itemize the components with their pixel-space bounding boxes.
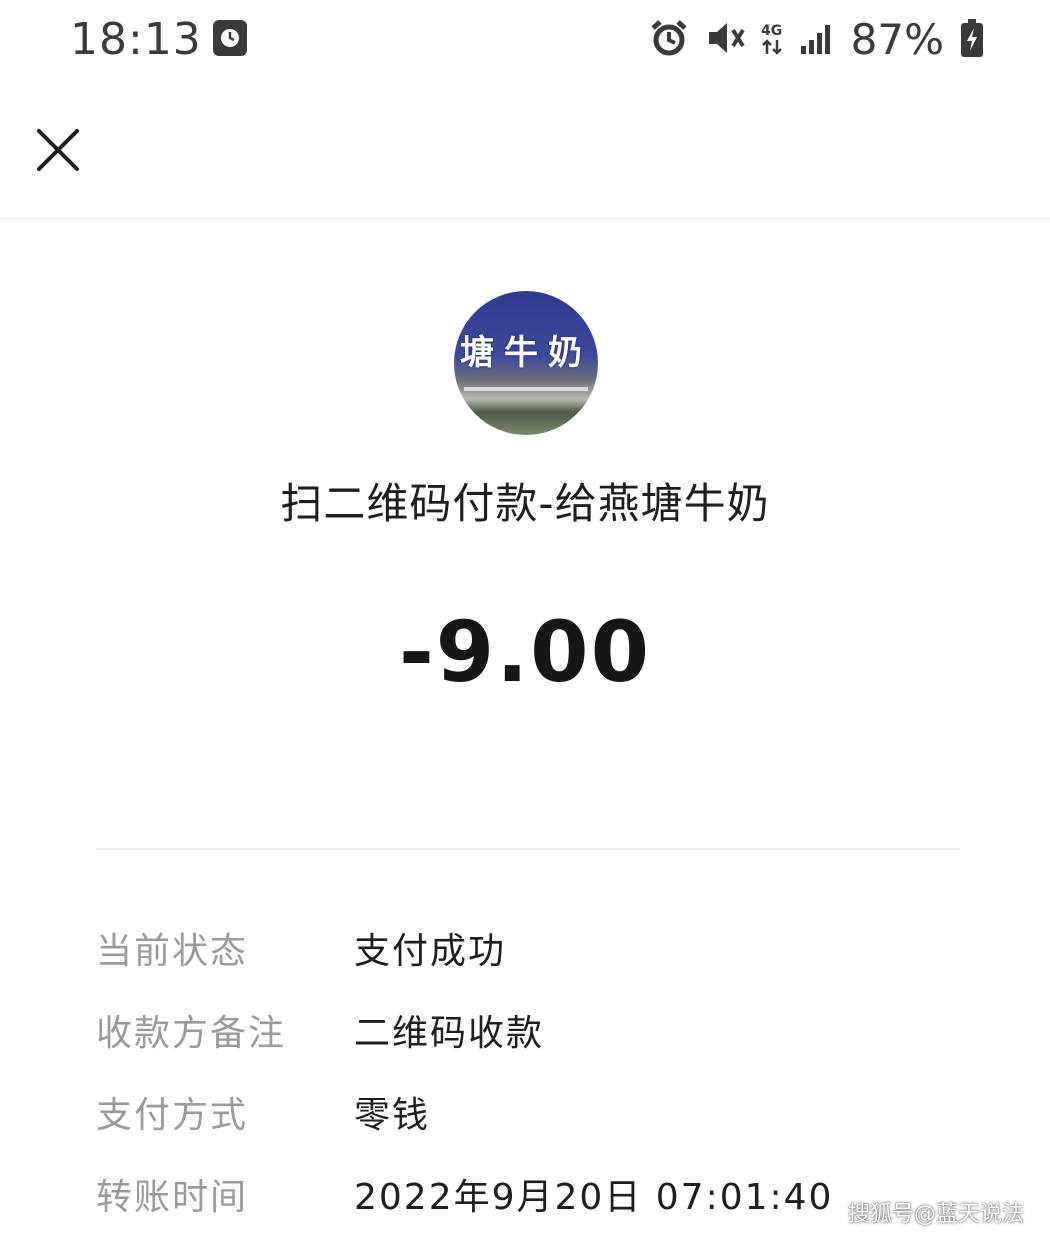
close-button[interactable] xyxy=(30,122,86,178)
battery-charging-icon xyxy=(960,18,984,62)
detail-label: 当前状态 xyxy=(96,931,249,972)
watermark: 搜狐号@蓝天说法 xyxy=(847,1202,1024,1227)
detail-label: 转账时间 xyxy=(96,1177,249,1218)
merchant-title: 扫二维码付款-给燕塘牛奶 xyxy=(280,479,770,528)
nav-bar xyxy=(0,80,1050,219)
detail-value: 零钱 xyxy=(354,1095,431,1136)
clock-icon xyxy=(213,20,247,56)
status-bar: 18:13 4G 87% xyxy=(0,0,1050,80)
battery-percent: 87% xyxy=(850,15,944,64)
detail-row-payment-method: 支付方式 零钱 xyxy=(96,1086,956,1146)
detail-row-status: 当前状态 支付成功 xyxy=(96,922,956,982)
detail-label: 收款方备注 xyxy=(96,1013,287,1054)
detail-value: 支付成功 xyxy=(354,931,507,972)
payment-detail-page: 18:13 4G 87% 塘牛奶 扫二维码付款-给燕塘牛奶 -9.00 当前状态… xyxy=(0,0,1050,1241)
merchant-avatar: 塘牛奶 xyxy=(454,291,598,435)
avatar-text: 塘牛奶 xyxy=(460,333,592,373)
divider xyxy=(96,848,960,850)
close-icon xyxy=(37,129,79,171)
detail-value: 2022年9月20日 07:01:40 xyxy=(354,1177,834,1218)
network-icon: 4G xyxy=(761,24,783,56)
status-time: 18:13 xyxy=(70,14,202,65)
detail-row-transfer-time: 转账时间 2022年9月20日 07:01:40 xyxy=(96,1168,956,1228)
avatar-stripe xyxy=(464,387,588,391)
network-type: 4G xyxy=(761,23,783,39)
detail-value: 二维码收款 xyxy=(354,1013,545,1054)
payment-amount: -9.00 xyxy=(398,603,652,701)
mute-icon xyxy=(705,18,745,62)
alarm-icon xyxy=(649,18,689,62)
status-icons: 4G 87% xyxy=(649,14,984,66)
detail-row-payee-note: 收款方备注 二维码收款 xyxy=(96,1004,956,1064)
signal-icon xyxy=(799,20,835,60)
detail-label: 支付方式 xyxy=(96,1095,249,1136)
